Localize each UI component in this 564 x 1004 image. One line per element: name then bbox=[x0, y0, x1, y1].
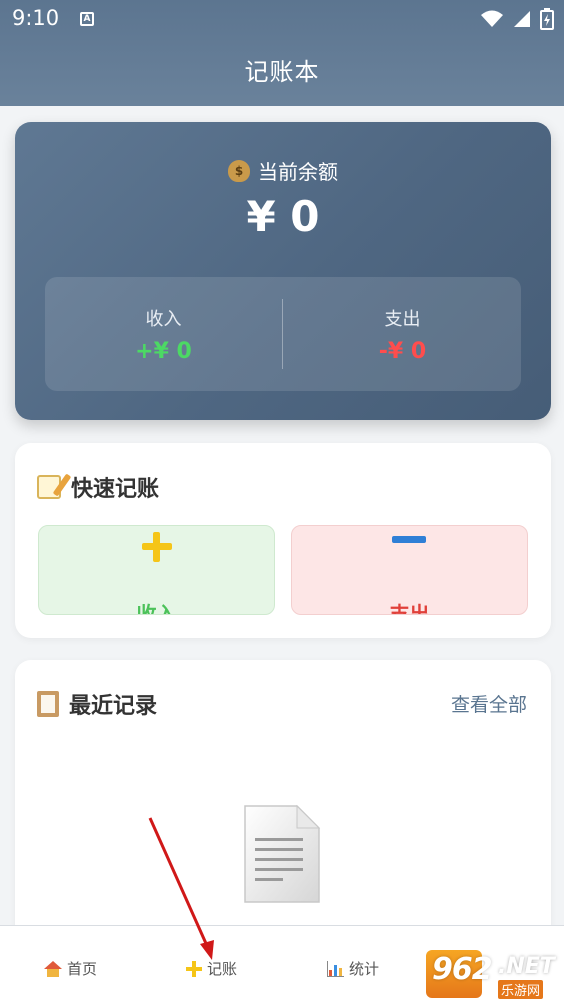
quick-income-button[interactable]: 收入 bbox=[38, 525, 275, 615]
clipboard-icon bbox=[37, 691, 59, 717]
recent-title: 最近记录 bbox=[69, 694, 158, 719]
balance-card: $ 当前余额 ¥ 0 收入 +¥ 0 支出 -¥ 0 bbox=[15, 122, 551, 420]
plus-icon bbox=[139, 530, 175, 566]
nav-home[interactable]: 首页 bbox=[44, 958, 97, 979]
memo-icon bbox=[37, 475, 61, 499]
watermark-suffix: .NET bbox=[498, 954, 555, 979]
quick-expense-label: 支出 bbox=[389, 602, 430, 615]
plus-icon bbox=[186, 960, 202, 977]
balance-value: ¥ 0 bbox=[246, 192, 320, 241]
bar-chart-icon bbox=[327, 960, 344, 977]
watermark-logo: 962 .NET 乐游网 bbox=[426, 950, 558, 1000]
income-label: 收入 bbox=[145, 309, 182, 330]
nav-record-label: 记账 bbox=[207, 960, 238, 978]
expense-summary: 支出 -¥ 0 bbox=[284, 277, 521, 391]
quick-income-label: 收入 bbox=[136, 602, 177, 615]
document-icon bbox=[244, 804, 321, 903]
quick-expense-button[interactable]: 支出 bbox=[291, 525, 528, 615]
recent-records-card: 最近记录 查看全部 bbox=[15, 660, 551, 960]
balance-label-row: $ 当前余额 bbox=[15, 156, 551, 185]
money-bag-icon: $ bbox=[228, 159, 250, 182]
summary-divider bbox=[282, 299, 283, 369]
quick-entry-card: 快速记账 收入 支出 bbox=[15, 443, 551, 638]
watermark-sub: 乐游网 bbox=[498, 980, 544, 999]
notification-a-icon: A bbox=[80, 12, 94, 26]
app-header: 9:10 A 记账本 bbox=[0, 0, 564, 106]
income-summary: 收入 +¥ 0 bbox=[45, 277, 282, 391]
view-all-link[interactable]: 查看全部 bbox=[451, 690, 527, 717]
recent-header: 最近记录 bbox=[37, 688, 157, 720]
nav-stats-label: 统计 bbox=[349, 960, 380, 978]
status-bar: 9:10 A bbox=[0, 0, 564, 40]
home-icon bbox=[44, 960, 62, 977]
income-value: +¥ 0 bbox=[135, 339, 192, 364]
page-title: 记账本 bbox=[244, 58, 320, 86]
watermark-number: 962 bbox=[432, 952, 493, 987]
balance-label: 当前余额 bbox=[258, 160, 338, 184]
expense-label: 支出 bbox=[384, 309, 421, 330]
minus-icon bbox=[392, 536, 426, 543]
battery-icon bbox=[540, 8, 554, 30]
status-right-icons bbox=[480, 8, 554, 30]
wifi-icon bbox=[481, 10, 503, 27]
quick-entry-header: 快速记账 bbox=[37, 471, 159, 503]
expense-value: -¥ 0 bbox=[378, 339, 427, 364]
nav-stats[interactable]: 统计 bbox=[327, 958, 379, 979]
income-expense-summary: 收入 +¥ 0 支出 -¥ 0 bbox=[45, 277, 521, 391]
nav-home-label: 首页 bbox=[67, 960, 98, 978]
nav-record[interactable]: 记账 bbox=[186, 958, 237, 979]
status-time: 9:10 bbox=[12, 6, 60, 30]
quick-entry-title: 快速记账 bbox=[71, 477, 160, 502]
signal-icon bbox=[514, 11, 530, 27]
